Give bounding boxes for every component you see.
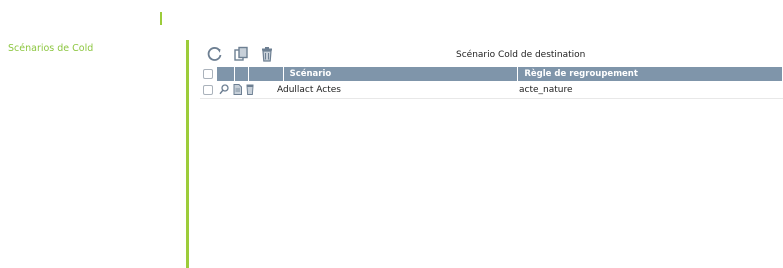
rule-cell: acte_nature [519,84,573,95]
delete-row-button[interactable] [245,84,255,96]
scenario-cell: Adullact Actes [277,84,341,95]
vertical-divider [186,40,189,268]
select-all-cell [200,67,217,81]
document-icon [233,84,242,95]
toolbar [206,45,276,63]
copy-button[interactable] [232,45,250,63]
search-icon [219,84,229,95]
view-button[interactable] [219,84,229,96]
refresh-icon [207,47,222,61]
column-header-rule[interactable]: Règle de regroupement [518,67,783,81]
select-all-checkbox[interactable] [203,69,213,79]
row-checkbox[interactable] [203,84,213,95]
top-divider-mark [160,12,162,25]
trash-icon [262,47,272,62]
table-row: Adullact Actes acte_nature [200,81,783,99]
column-header-scenario[interactable]: Scénario [283,67,519,81]
scenarios-table: Scénario Règle de regroupement Adullact … [200,67,783,99]
header-action-col [216,67,235,81]
header-action-col [234,67,249,81]
copy-icon [234,46,248,61]
table-header: Scénario Règle de regroupement [200,67,783,81]
row-actions [219,84,277,96]
table-title: Scénario Cold de destination [456,50,586,60]
copy-row-button[interactable] [232,84,242,96]
trash-icon [246,84,254,95]
refresh-button[interactable] [206,45,224,63]
sidebar-link-cold-scenarios[interactable]: Scénarios de Cold [8,43,93,54]
header-action-col [248,67,284,81]
delete-button[interactable] [258,45,276,63]
app-root: Scénarios de Cold Scénario Cold de desti… [0,0,783,268]
